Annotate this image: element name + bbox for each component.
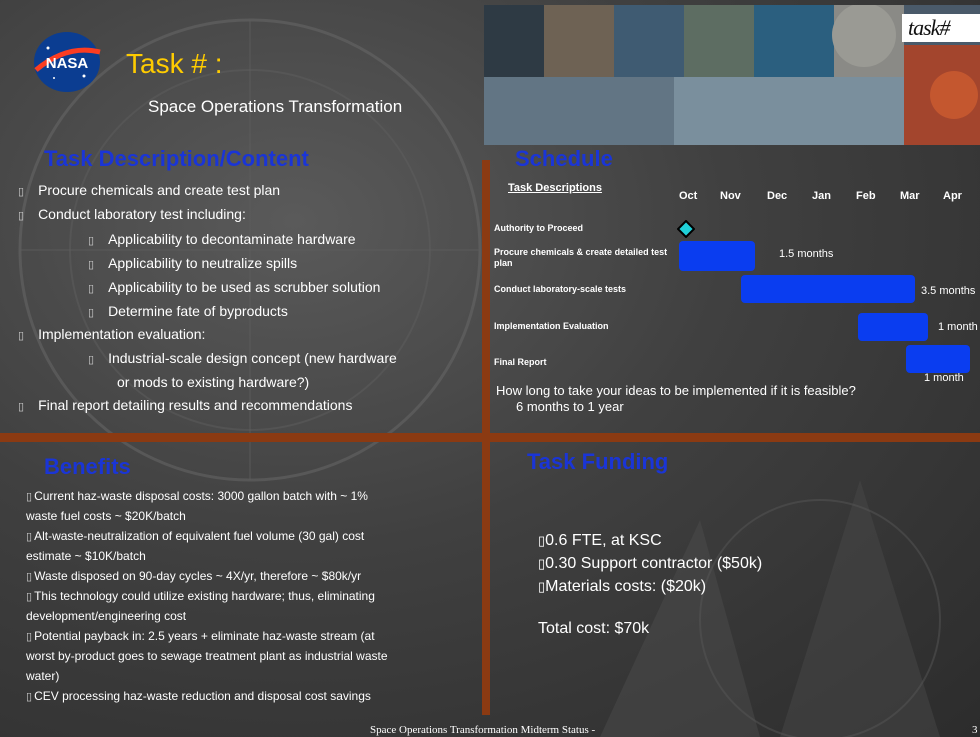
- footer-text: Space Operations Transformation Midterm …: [370, 724, 596, 736]
- bullet-icon: ▯: [88, 283, 95, 295]
- list-item: ▯ Potential payback in: 2.5 years + elimi…: [26, 629, 375, 643]
- bullet-icon: ▯: [26, 591, 33, 603]
- gantt-task-label: Authority to Proceed: [494, 223, 584, 233]
- bullet-icon: ▯: [88, 354, 95, 366]
- bullet-icon: ▯: [18, 401, 25, 413]
- list-item: ▯ Procure chemicals and create test plan: [18, 182, 281, 198]
- month-label: Dec: [767, 190, 788, 202]
- list-item: ▯ Alt-waste-neutralization of equivalent …: [26, 529, 365, 543]
- list-item: ▯ This technology could utilize existing …: [26, 589, 375, 603]
- list-item: ▯Materials costs: ($20k): [538, 578, 707, 595]
- total-cost: Total cost: $70k: [538, 620, 650, 637]
- bullet-icon: ▯: [18, 330, 25, 342]
- list-item: ▯ Conduct laboratory test including:: [18, 206, 246, 222]
- implementation-question: How long to take your ideas to be implem…: [496, 383, 856, 398]
- list-item-continuation: worst by-product goes to sewage treatmen…: [26, 649, 388, 663]
- month-label: Nov: [720, 190, 741, 202]
- list-item: ▯ Implementation evaluation:: [18, 326, 206, 342]
- bullet-icon: ▯: [26, 571, 33, 583]
- list-item-continuation: estimate ~ $10K/batch: [26, 549, 146, 563]
- list-item: ▯ Final report detailing results and reco…: [18, 397, 353, 413]
- milestone-diamond-icon: [677, 220, 695, 238]
- gantt-duration-label: 1.5 months: [779, 248, 834, 260]
- gantt-task-label: Final Report: [494, 357, 547, 367]
- implementation-answer: 6 months to 1 year: [516, 399, 624, 414]
- svg-text:NASA: NASA: [46, 55, 89, 72]
- list-item: ▯ Waste disposed on 90-day cycles ~ 4X/yr…: [26, 569, 362, 583]
- nasa-logo: NASA: [34, 32, 101, 92]
- horizontal-divider: [0, 433, 980, 442]
- bullet-icon: ▯: [26, 491, 33, 503]
- list-item: ▯ Applicability to be used as scrubber so…: [88, 279, 381, 295]
- page-number: 3: [972, 724, 978, 736]
- list-item-continuation: waste fuel costs ~ $20K/batch: [26, 509, 186, 523]
- bullet-icon: ▯: [18, 186, 25, 198]
- gantt-task-label: Conduct laboratory-scale tests: [494, 284, 627, 294]
- gantt-bar-final-report: [906, 345, 970, 373]
- task-badge: task#: [902, 14, 980, 42]
- bullet-icon: ▯: [18, 210, 25, 222]
- list-item: ▯ Applicability to neutralize spills: [88, 255, 298, 271]
- task-funding-heading: Task Funding: [527, 449, 669, 474]
- bullet-icon: ▯: [26, 631, 33, 643]
- schedule-heading: Schedule: [515, 146, 613, 171]
- task-descriptions-header: Task Descriptions: [508, 182, 602, 194]
- month-label: Oct: [679, 190, 698, 202]
- list-item: ▯0.6 FTE, at KSC: [538, 532, 662, 549]
- list-item: ▯ Industrial-scale design concept (new ha…: [88, 350, 397, 366]
- gantt-bar-lab-tests: [741, 275, 915, 303]
- bullet-icon: ▯: [26, 691, 33, 703]
- list-item: ▯ Determine fate of byproducts: [88, 303, 288, 319]
- list-item: ▯ Applicability to decontaminate hardware: [88, 231, 356, 247]
- bullet-icon: ▯: [88, 235, 95, 247]
- gantt-duration-label: 1 month: [938, 321, 978, 333]
- slide-subtitle: Space Operations Transformation: [148, 97, 403, 116]
- task-description-heading: Task Description/Content: [44, 146, 309, 171]
- gantt-bar-implementation: [858, 313, 928, 341]
- gantt-duration-label: 1 month: [924, 372, 964, 384]
- list-item-continuation: or mods to existing hardware?): [117, 374, 310, 390]
- month-label: Feb: [856, 190, 876, 202]
- month-label: Apr: [943, 190, 962, 202]
- month-label: Mar: [900, 190, 920, 202]
- bullet-icon: ▯: [88, 307, 95, 319]
- list-item-continuation: development/engineering cost: [26, 609, 187, 623]
- list-item: ▯0.30 Support contractor ($50k): [538, 555, 763, 572]
- bullet-icon: ▯: [26, 531, 33, 543]
- list-item-continuation: water): [26, 669, 60, 683]
- gantt-task-label: Implementation Evaluation: [494, 321, 609, 331]
- bullet-icon: ▯: [88, 259, 95, 271]
- gantt-duration-label: 3.5 months: [921, 285, 976, 297]
- benefits-heading: Benefits: [44, 454, 131, 479]
- list-item: ▯ Current haz-waste disposal costs: 3000 …: [26, 489, 368, 503]
- gantt-bar-procure: [679, 241, 755, 271]
- slide-title: Task # :: [126, 48, 223, 79]
- gantt-task-label: Procure chemicals & create detailed test…: [494, 247, 668, 268]
- month-label: Jan: [812, 190, 831, 202]
- list-item: ▯ CEV processing haz-waste reduction and …: [26, 689, 371, 703]
